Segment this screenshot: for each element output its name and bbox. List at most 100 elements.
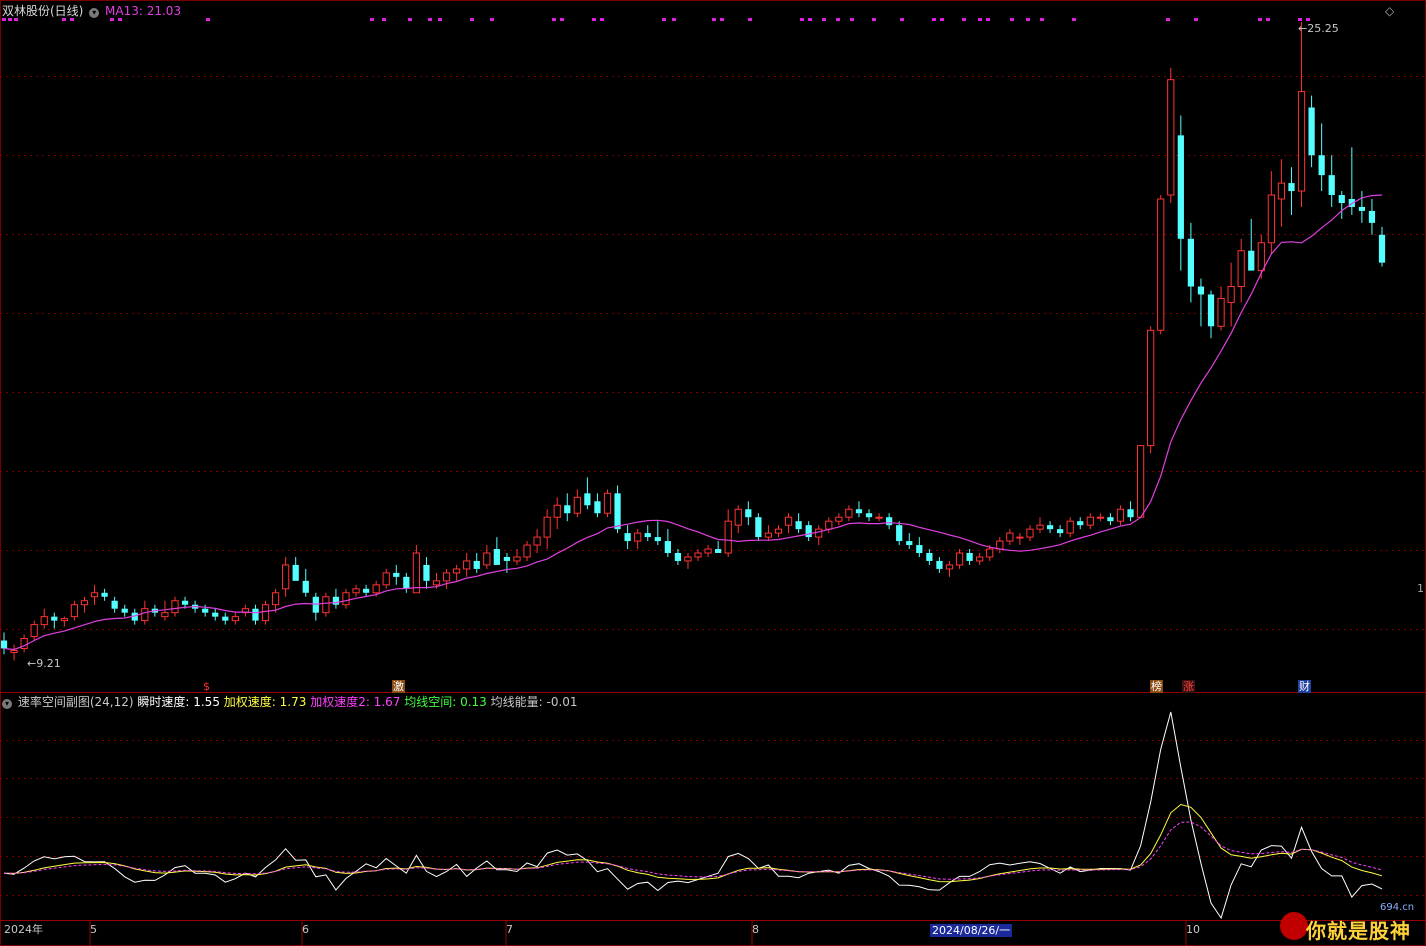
candle-body bbox=[463, 560, 471, 570]
wspeed2-line bbox=[3, 821, 1383, 880]
candle-body bbox=[1036, 524, 1044, 530]
candle-body bbox=[1096, 516, 1104, 519]
signal-dot bbox=[1298, 18, 1302, 21]
watermark-text: 你就是股神 bbox=[1306, 919, 1411, 943]
candle-body bbox=[1116, 508, 1125, 522]
candle-body bbox=[1086, 516, 1094, 526]
signal-dot bbox=[1040, 18, 1044, 21]
candle-body bbox=[1157, 198, 1165, 331]
candle-body bbox=[202, 608, 209, 613]
signal-dot bbox=[110, 18, 114, 21]
event-tag-bang[interactable]: 榜 bbox=[1150, 680, 1163, 693]
candle-body bbox=[231, 616, 239, 622]
candle-body bbox=[382, 572, 390, 586]
signal-dot bbox=[592, 18, 596, 21]
signal-dot bbox=[552, 18, 556, 21]
candle-body bbox=[795, 521, 802, 530]
signal-dot bbox=[962, 18, 966, 21]
event-tag-ji[interactable]: 激 bbox=[392, 680, 405, 693]
candle-body bbox=[594, 501, 601, 514]
signal-dot bbox=[1026, 18, 1030, 21]
candle-body bbox=[432, 580, 441, 586]
collapse-chevron-icon[interactable]: ▾ bbox=[89, 8, 100, 18]
signal-dot bbox=[118, 18, 122, 21]
candle-body bbox=[60, 618, 68, 622]
stock-title[interactable]: 双林股份(日线) ▾ MA13: 21.03 bbox=[2, 4, 181, 18]
signal-dot bbox=[490, 18, 494, 21]
maspace-value: 均线空间: 0.13 bbox=[404, 695, 487, 709]
signal-dot bbox=[600, 18, 604, 21]
ma13-line bbox=[3, 194, 1383, 651]
candle-body bbox=[694, 552, 702, 558]
candle-body bbox=[1318, 155, 1325, 176]
candle-body bbox=[252, 608, 259, 621]
candle-body bbox=[664, 541, 671, 554]
candle-body bbox=[644, 533, 651, 538]
x-label-2024: 2024年 bbox=[4, 923, 43, 936]
candle-body bbox=[533, 536, 541, 546]
signal-dot bbox=[940, 18, 944, 21]
signal-dot bbox=[872, 18, 876, 21]
candle-body bbox=[1308, 107, 1315, 156]
low-price-label: ←9.21 bbox=[27, 657, 61, 670]
candle-body bbox=[764, 532, 773, 538]
candle-body bbox=[523, 544, 531, 558]
signal-dot bbox=[70, 18, 74, 21]
candle-body bbox=[1147, 329, 1155, 447]
event-tag-dollar[interactable]: $ bbox=[202, 680, 211, 693]
candle-body bbox=[1257, 242, 1265, 272]
candle-body bbox=[603, 492, 612, 514]
signal-dot bbox=[662, 18, 666, 21]
event-tag-zhang[interactable]: 涨 bbox=[1182, 680, 1195, 693]
candle-body bbox=[774, 528, 783, 534]
signal-dot bbox=[850, 18, 854, 21]
candle-body bbox=[412, 552, 421, 594]
candle-body bbox=[80, 600, 89, 606]
candle-body bbox=[976, 556, 984, 562]
candle-body bbox=[51, 616, 58, 621]
candle-body bbox=[222, 616, 229, 621]
candle-body bbox=[1328, 175, 1335, 196]
candle-body bbox=[1066, 520, 1074, 534]
candle-body bbox=[724, 520, 732, 554]
candle-body bbox=[573, 496, 581, 514]
candle-body bbox=[815, 528, 823, 538]
candle-body bbox=[624, 533, 631, 542]
ma-label: MA13: 21.03 bbox=[105, 4, 182, 18]
event-tag-cai[interactable]: 财 bbox=[1298, 680, 1311, 693]
candle-body bbox=[1127, 509, 1134, 518]
signal-dot bbox=[408, 18, 412, 21]
candle-body bbox=[40, 616, 48, 626]
candle-body bbox=[1378, 234, 1386, 263]
candle-body bbox=[896, 525, 903, 542]
chart-canvas bbox=[0, 0, 1426, 946]
watermark-emblem bbox=[1280, 912, 1308, 940]
signal-dot bbox=[14, 18, 18, 21]
signal-dot bbox=[748, 18, 752, 21]
candle-body bbox=[493, 549, 500, 565]
diamond-icon[interactable]: ◇ bbox=[1385, 4, 1394, 18]
x-label-10: 10 bbox=[1186, 923, 1200, 936]
candle-body bbox=[1006, 532, 1014, 542]
high-price-label: ←25.25 bbox=[1298, 22, 1339, 35]
candle-body bbox=[734, 508, 742, 526]
right-edge-label: 1 bbox=[1417, 582, 1424, 595]
candle-body bbox=[322, 596, 330, 614]
high-price-value: 25.25 bbox=[1307, 22, 1339, 35]
candle-body bbox=[332, 596, 340, 605]
candle-body bbox=[1207, 294, 1215, 327]
candle-body bbox=[1026, 528, 1034, 538]
candle-body bbox=[261, 604, 270, 622]
signal-dot bbox=[1010, 18, 1014, 21]
indicator-chevron-icon[interactable]: ▾ bbox=[2, 699, 12, 709]
candle-body bbox=[916, 545, 923, 554]
date-cursor[interactable]: 2024/08/26/一 bbox=[930, 924, 1013, 937]
candle-body bbox=[543, 516, 551, 538]
candle-body bbox=[1046, 525, 1054, 530]
signal-dot bbox=[672, 18, 676, 21]
signal-dot bbox=[1072, 18, 1076, 21]
candle-body bbox=[845, 508, 853, 518]
candle-body bbox=[111, 600, 118, 609]
candle-body bbox=[1187, 238, 1195, 287]
signal-dot bbox=[470, 18, 474, 21]
